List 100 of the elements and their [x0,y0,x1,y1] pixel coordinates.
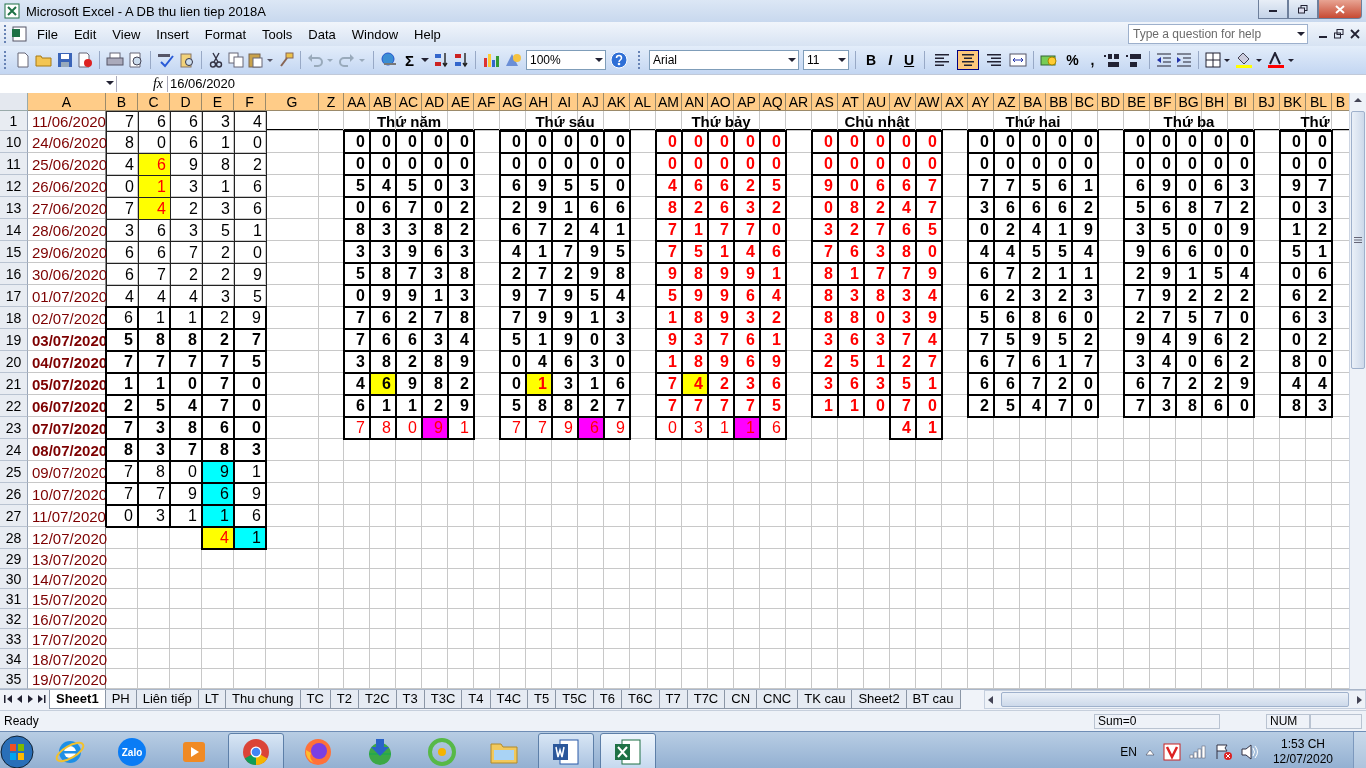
column-header[interactable]: AP [734,93,760,111]
column-header[interactable]: BL [1306,93,1332,111]
row-header[interactable]: 21 [0,373,28,395]
row-header[interactable]: 18 [0,307,28,329]
save-icon[interactable] [57,52,73,68]
menu-item[interactable]: Window [343,24,407,44]
align-right-icon[interactable] [986,53,1003,67]
sheet-tab[interactable]: T5 [527,690,557,709]
row-header[interactable]: 11 [0,153,28,175]
column-header[interactable]: D [170,93,202,111]
column-header[interactable]: BG [1176,93,1202,111]
comma-style-button[interactable]: , [1086,52,1099,68]
column-header[interactable]: C [138,93,170,111]
font-dropdown[interactable]: Arial [649,50,799,70]
fill-color-icon[interactable] [1234,52,1263,68]
sheet-tab[interactable]: Sheet1 [49,690,106,709]
start-button-icon[interactable] [0,735,34,768]
column-header[interactable]: AL [630,93,656,111]
close-button[interactable] [1318,0,1362,19]
money-icon[interactable] [1040,52,1059,68]
column-header[interactable]: AI [552,93,578,111]
column-header[interactable]: AX [942,93,968,111]
insert-function-label[interactable]: fx [117,76,167,92]
sheet-tab[interactable]: Thu chung [225,690,301,709]
sheet-tab[interactable]: T6C [620,690,660,709]
column-header[interactable]: G [266,93,319,111]
menu-item[interactable]: Insert [148,24,197,44]
row-header[interactable]: 16 [0,263,28,285]
sort-ascending-icon[interactable] [433,52,449,68]
column-header[interactable]: A [28,93,106,111]
underline-button[interactable]: U [900,52,919,68]
brush-icon[interactable] [278,52,294,68]
help-search-field[interactable]: Type a question for help [1128,24,1308,44]
sheet-tab[interactable]: T7 [658,690,688,709]
cut-icon[interactable] [208,52,224,68]
column-header[interactable]: BC [1072,93,1098,111]
row-header[interactable]: 14 [0,219,28,241]
menu-item[interactable]: View [104,24,149,44]
column-header[interactable]: BK [1280,93,1306,111]
align-left-icon[interactable] [934,53,951,67]
row-header[interactable]: 25 [0,461,28,483]
sheet-tab[interactable]: T3 [395,690,425,709]
column-header[interactable]: AR [786,93,812,111]
column-header[interactable]: AD [422,93,448,111]
increase-decimal-icon[interactable] [1102,52,1121,68]
column-header[interactable]: AJ [578,93,604,111]
column-header[interactable]: AG [500,93,526,111]
column-header[interactable]: BD [1098,93,1124,111]
research-icon[interactable] [179,52,195,68]
column-header[interactable]: BF [1150,93,1176,111]
new-document-icon[interactable] [15,52,31,68]
dropdown-arrow-icon[interactable] [104,80,116,88]
last-sheet-icon[interactable] [37,694,46,704]
column-header[interactable]: AQ [760,93,786,111]
row-header[interactable]: 34 [0,649,28,669]
zoom-dropdown[interactable]: 100% [526,50,606,70]
column-header[interactable]: AM [656,93,682,111]
sheet-tab[interactable]: T6 [592,690,622,709]
column-header[interactable]: AT [838,93,864,111]
row-header[interactable]: 1 [0,111,28,131]
column-header[interactable]: AC [396,93,422,111]
row-header[interactable]: 15 [0,241,28,263]
preview-icon[interactable] [128,52,144,68]
close-window-icon[interactable] [1350,29,1360,39]
row-header[interactable]: 33 [0,629,28,649]
next-sheet-icon[interactable] [26,694,35,704]
paste-icon[interactable] [248,52,274,68]
column-header[interactable]: AE [448,93,474,111]
column-header[interactable]: AB [370,93,396,111]
column-header[interactable]: AZ [994,93,1020,111]
autosum-button[interactable]: Σ [402,51,417,69]
row-header[interactable]: 30 [0,569,28,589]
menu-item[interactable]: File [29,24,66,44]
column-header[interactable]: B [1332,93,1349,111]
column-header[interactable]: B [106,93,138,111]
sheet-tab[interactable]: PH [104,690,137,709]
sheet-tab[interactable]: TK cau [797,690,853,709]
column-header[interactable]: BE [1124,93,1150,111]
row-header[interactable]: 35 [0,669,28,689]
taskbar-button[interactable]: Zalo [104,733,160,768]
shield-icon[interactable] [1162,743,1181,761]
menu-item[interactable]: Edit [65,24,105,44]
row-header[interactable]: 29 [0,549,28,569]
restore-button[interactable] [1288,0,1318,19]
sheet-tab[interactable]: T4 [461,690,491,709]
signal-bars-icon[interactable] [1188,745,1207,759]
column-header[interactable]: AN [682,93,708,111]
sheet-tab[interactable]: Liên tiếp [135,690,199,709]
merge-center-icon[interactable] [1009,52,1028,68]
minimize-button[interactable] [1258,0,1288,19]
row-header[interactable]: 26 [0,483,28,505]
row-header[interactable]: 17 [0,285,28,307]
font-size-dropdown[interactable]: 11 [803,50,849,70]
menu-item[interactable]: Help [406,24,449,44]
row-header[interactable]: 20 [0,351,28,373]
scroll-thumb[interactable] [1351,111,1365,369]
sheet-tab[interactable]: T2C [358,690,397,709]
taskbar-button[interactable] [538,733,594,768]
font-color-icon[interactable] [1266,52,1295,68]
row-header[interactable]: 23 [0,417,28,439]
